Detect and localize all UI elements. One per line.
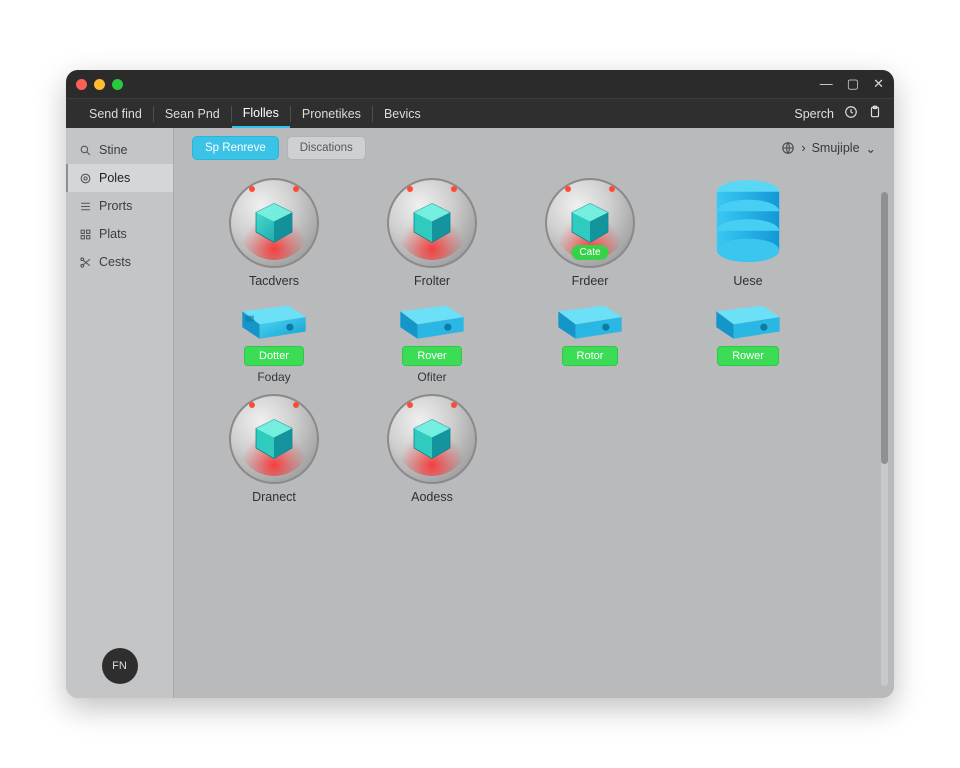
- cube-disc-icon: [229, 394, 319, 484]
- clipboard-icon[interactable]: [868, 105, 882, 122]
- cube-disc-icon: [229, 178, 319, 268]
- traffic-lights: [76, 79, 123, 90]
- grid-item[interactable]: Frolter: [358, 178, 506, 288]
- menu-item-1[interactable]: Sean Pnd: [154, 99, 231, 128]
- grid-item[interactable]: Rover Ofiter: [358, 298, 506, 384]
- item-label: Aodess: [411, 490, 453, 504]
- cube-disc-icon: Cate: [545, 178, 635, 268]
- grid-item[interactable]: Cate Frdeer: [516, 178, 664, 288]
- cube-disc-icon: [387, 178, 477, 268]
- device-icon: [712, 298, 784, 342]
- minimize-button[interactable]: —: [820, 76, 833, 92]
- sidebar-item-label: Prorts: [99, 199, 132, 213]
- item-badge: Dotter: [244, 346, 304, 366]
- items-grid: Tacdvers Frolter Cate Frdeer: [192, 178, 876, 504]
- item-badge: Rower: [717, 346, 779, 366]
- search-icon: [78, 143, 92, 157]
- sidebar: Stine Poles Prorts Plats: [66, 128, 174, 698]
- device-icon: [396, 298, 468, 342]
- titlebar: — ▢ ✕: [66, 70, 894, 98]
- secondary-action-button[interactable]: Discations: [287, 136, 366, 160]
- sidebar-item-poles[interactable]: Poles: [66, 164, 173, 192]
- list-icon: [78, 199, 92, 213]
- view-picker[interactable]: › Smujiple ⌄: [781, 141, 876, 156]
- sidebar-item-label: Poles: [99, 171, 130, 185]
- grid-item[interactable]: Uese: [674, 178, 822, 288]
- grid-item[interactable]: Tacdvers: [200, 178, 348, 288]
- sidebar-item-prorts[interactable]: Prorts: [66, 192, 173, 220]
- grid-item[interactable]: Aodess: [358, 394, 506, 504]
- sidebar-item-label: Cests: [99, 255, 131, 269]
- primary-action-button[interactable]: Sp Renreve: [192, 136, 279, 160]
- sidebar-item-plats[interactable]: Plats: [66, 220, 173, 248]
- sidebar-item-label: Plats: [99, 227, 127, 241]
- database-icon: [709, 178, 787, 268]
- grid-item[interactable]: Dranect: [200, 394, 348, 504]
- item-label: Foday: [257, 370, 290, 384]
- menu-item-0[interactable]: Send find: [78, 99, 153, 128]
- maximize-button[interactable]: ▢: [847, 76, 859, 92]
- device-icon: [554, 298, 626, 342]
- item-badge: Rotor: [562, 346, 619, 366]
- grid-icon: [78, 227, 92, 241]
- window-controls: — ▢ ✕: [820, 76, 884, 92]
- toolbar: Sp Renreve Discations › Smujiple ⌄: [192, 136, 876, 160]
- item-label: Frolter: [414, 274, 450, 288]
- item-label: Dranect: [252, 490, 296, 504]
- item-label: Tacdvers: [249, 274, 299, 288]
- menu-bar: Send find Sean Pnd Flolles Pronetikes Be…: [66, 98, 894, 128]
- target-icon: [78, 171, 92, 185]
- minimize-traffic-icon[interactable]: [94, 79, 105, 90]
- chevron-right-icon: ›: [801, 141, 805, 155]
- menu-item-2[interactable]: Flolles: [232, 99, 290, 128]
- sidebar-item-label: Stine: [99, 143, 128, 157]
- scrollbar-thumb[interactable]: [881, 192, 888, 464]
- close-traffic-icon[interactable]: [76, 79, 87, 90]
- item-label: Frdeer: [572, 274, 609, 288]
- sidebar-item-cests[interactable]: Cests: [66, 248, 173, 276]
- item-tag: Cate: [571, 245, 608, 260]
- device-icon: [238, 298, 310, 342]
- vertical-scrollbar[interactable]: [881, 192, 888, 686]
- grid-item[interactable]: Rotor: [516, 298, 664, 384]
- chevron-down-icon: ⌄: [866, 141, 876, 156]
- app-window: — ▢ ✕ Send find Sean Pnd Flolles Proneti…: [66, 70, 894, 698]
- zoom-traffic-icon[interactable]: [112, 79, 123, 90]
- item-label: Uese: [733, 274, 762, 288]
- globe-icon: [781, 141, 795, 155]
- sidebar-item-stine[interactable]: Stine: [66, 136, 173, 164]
- main-content: Sp Renreve Discations › Smujiple ⌄: [174, 128, 894, 698]
- menu-item-4[interactable]: Bevics: [373, 99, 432, 128]
- grid-item[interactable]: Rower: [674, 298, 822, 384]
- grid-item[interactable]: Dotter Foday: [200, 298, 348, 384]
- fab-button[interactable]: FN: [102, 648, 138, 684]
- clock-icon[interactable]: [844, 105, 858, 122]
- close-button[interactable]: ✕: [873, 76, 884, 92]
- view-picker-label: Smujiple: [812, 141, 860, 155]
- scissors-icon: [78, 255, 92, 269]
- search-label[interactable]: Sperch: [794, 107, 834, 121]
- cube-disc-icon: [387, 394, 477, 484]
- menu-item-3[interactable]: Pronetikes: [291, 99, 372, 128]
- item-badge: Rover: [402, 346, 461, 366]
- item-label: Ofiter: [417, 370, 446, 384]
